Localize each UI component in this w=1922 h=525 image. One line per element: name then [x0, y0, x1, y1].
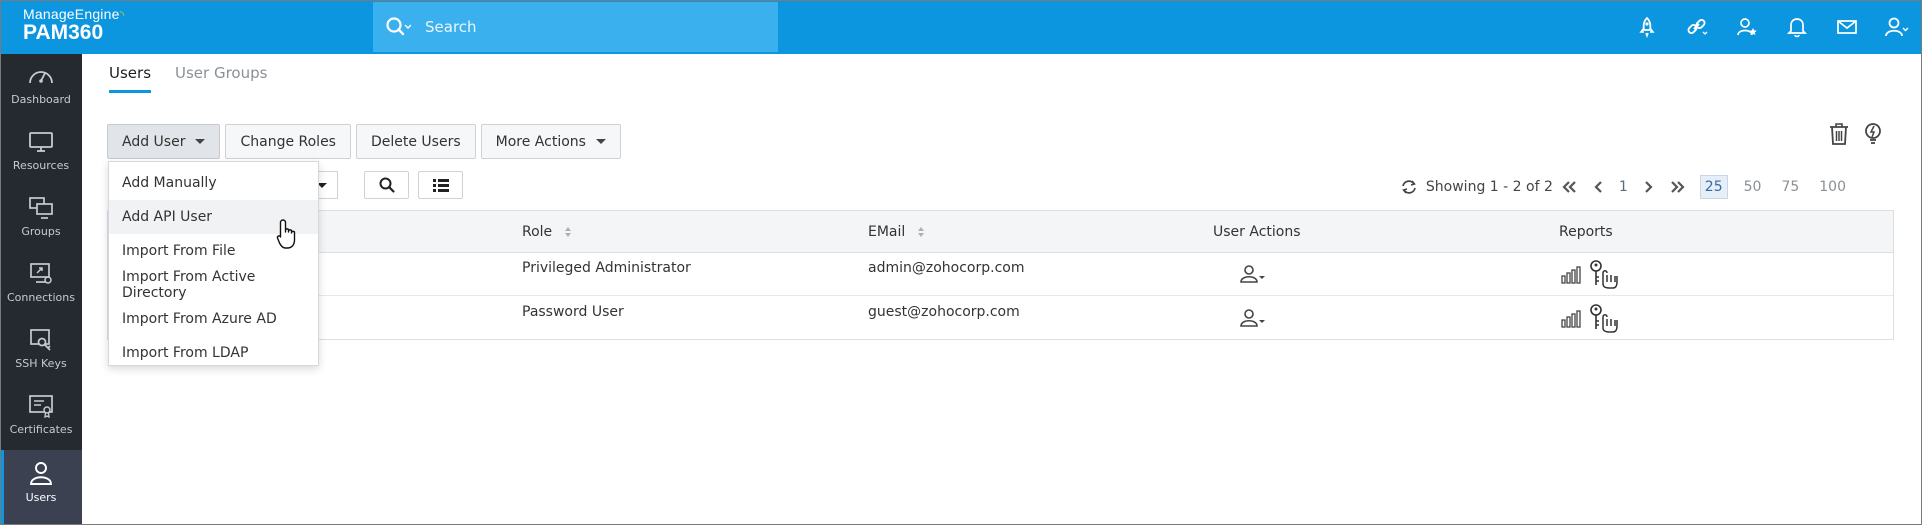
menu-item-import-from-active-directory[interactable]: Import From Active Directory — [109, 268, 318, 302]
menu-item-import-from-ldap[interactable]: Import From LDAP — [109, 336, 318, 370]
add-user-menu: Add Manually Add API User Import From Fi… — [108, 161, 319, 366]
hand-cursor-icon — [276, 219, 296, 249]
menu-item-add-manually[interactable]: Add Manually — [109, 166, 318, 200]
menu-item-import-from-azure-ad[interactable]: Import From Azure AD — [109, 302, 318, 336]
